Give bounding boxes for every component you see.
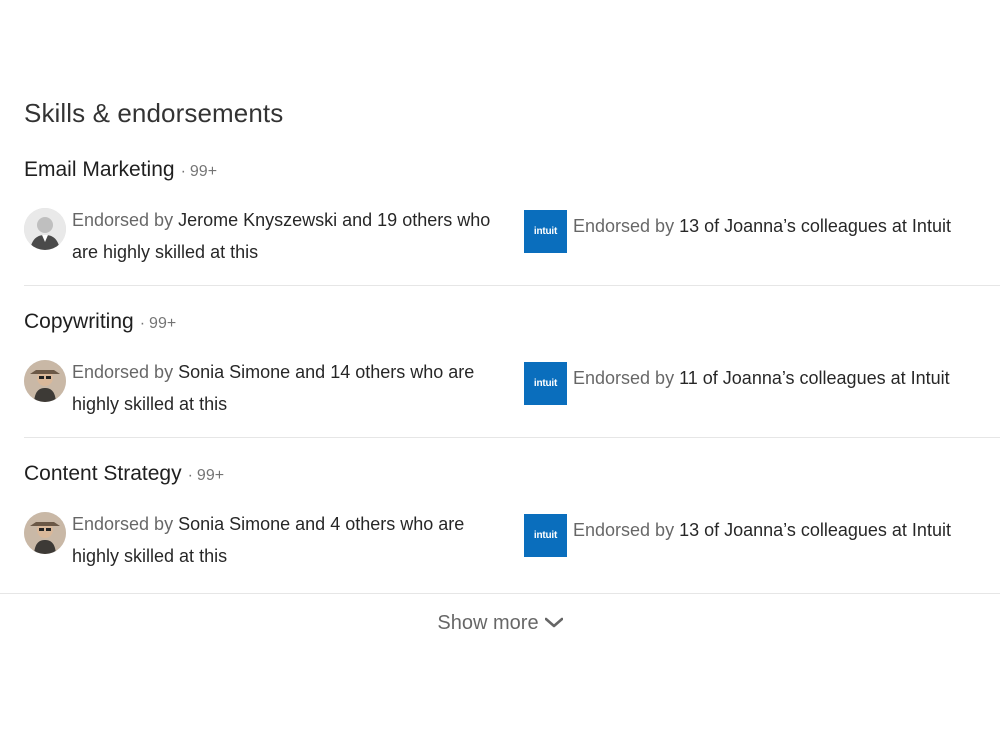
endorsed-by-label: Endorsed by: [72, 514, 174, 534]
skill-separator: ·: [139, 315, 146, 332]
endorser-suffix: are highly skilled at this: [72, 242, 259, 262]
endorsed-by-label: Endorsed by: [72, 362, 174, 382]
endorser-text[interactable]: Endorsed by Sonia Simone and 4 others wh…: [72, 508, 512, 572]
endorser-text[interactable]: Endorsed by Sonia Simone and 14 others w…: [72, 356, 512, 420]
show-more-button[interactable]: Show more: [0, 606, 1000, 640]
divider: [24, 285, 1000, 286]
person-avatar-icon: [24, 360, 66, 402]
divider: [0, 593, 1000, 594]
endorser-text[interactable]: Endorsed by Jerome Knyszewski and 19 oth…: [72, 204, 512, 268]
skill-item-content-strategy: Content Strategy · 99+ Endorsed by Sonia…: [0, 462, 1000, 614]
intuit-logo[interactable]: intuit: [524, 514, 567, 557]
skill-name[interactable]: Email Marketing: [24, 158, 175, 182]
company-endorsement-text[interactable]: Endorsed by 13 of Joanna’s colleagues at…: [573, 520, 951, 541]
logo-text: intuit: [533, 530, 558, 541]
person-avatar-icon: [24, 512, 66, 554]
endorsed-by-label: Endorsed by: [72, 210, 174, 230]
logo-text: intuit: [533, 378, 558, 389]
endorsement-count[interactable]: 99+: [149, 315, 176, 333]
endorser-suffix: highly skilled at this: [72, 546, 228, 566]
show-more-label: Show more: [437, 611, 539, 634]
person-avatar-icon: [24, 208, 66, 250]
skill-header: Email Marketing · 99+: [24, 158, 217, 188]
endorser-avatar[interactable]: [24, 512, 66, 554]
skill-item-email-marketing: Email Marketing · 99+ Endorsed by Jerome…: [0, 158, 1000, 310]
section-title: Skills & endorsements: [24, 98, 284, 128]
skill-header: Content Strategy · 99+: [24, 462, 224, 492]
skill-name[interactable]: Content Strategy: [24, 462, 182, 486]
skill-separator: ·: [180, 163, 186, 180]
company-endorsement-text[interactable]: Endorsed by 11 of Joanna’s colleagues at…: [573, 368, 950, 389]
company-colleagues-count: 11 of Joanna’s colleagues at Intuit: [679, 368, 950, 388]
company-endorsement-text[interactable]: Endorsed by 13 of Joanna’s colleagues at…: [573, 216, 951, 237]
endorser-names: Jerome Knyszewski and 19 others who: [178, 210, 491, 230]
endorsement-count[interactable]: 99+: [190, 163, 217, 181]
endorser-avatar[interactable]: [24, 360, 66, 402]
endorsement-count[interactable]: 99+: [197, 467, 224, 485]
endorser-names: Sonia Simone and 4 others who are: [178, 514, 465, 534]
intuit-logo[interactable]: intuit: [524, 362, 567, 405]
company-colleagues-count: 13 of Joanna’s colleagues at Intuit: [679, 520, 951, 540]
intuit-logo[interactable]: intuit: [524, 210, 567, 253]
skill-item-copywriting: Copywriting · 99+ Endorsed by Sonia Simo…: [0, 310, 1000, 462]
chevron-down-icon: [544, 616, 563, 634]
skill-name[interactable]: Copywriting: [24, 310, 134, 334]
company-endorsed-by-label: Endorsed by: [573, 216, 675, 236]
endorser-avatar[interactable]: [24, 208, 66, 250]
company-endorsed-by-label: Endorsed by: [573, 368, 675, 388]
company-colleagues-count: 13 of Joanna’s colleagues at Intuit: [679, 216, 951, 236]
divider: [24, 437, 1000, 438]
skill-separator: ·: [187, 467, 193, 484]
logo-text: intuit: [533, 226, 558, 237]
endorser-names: Sonia Simone and 14 others who are: [178, 362, 475, 382]
skills-endorsements-section: Skills & endorsements Email Marketing · …: [0, 0, 1000, 750]
endorser-suffix: highly skilled at this: [72, 394, 228, 414]
company-endorsed-by-label: Endorsed by: [573, 520, 675, 540]
skill-header: Copywriting · 99+: [24, 310, 176, 340]
